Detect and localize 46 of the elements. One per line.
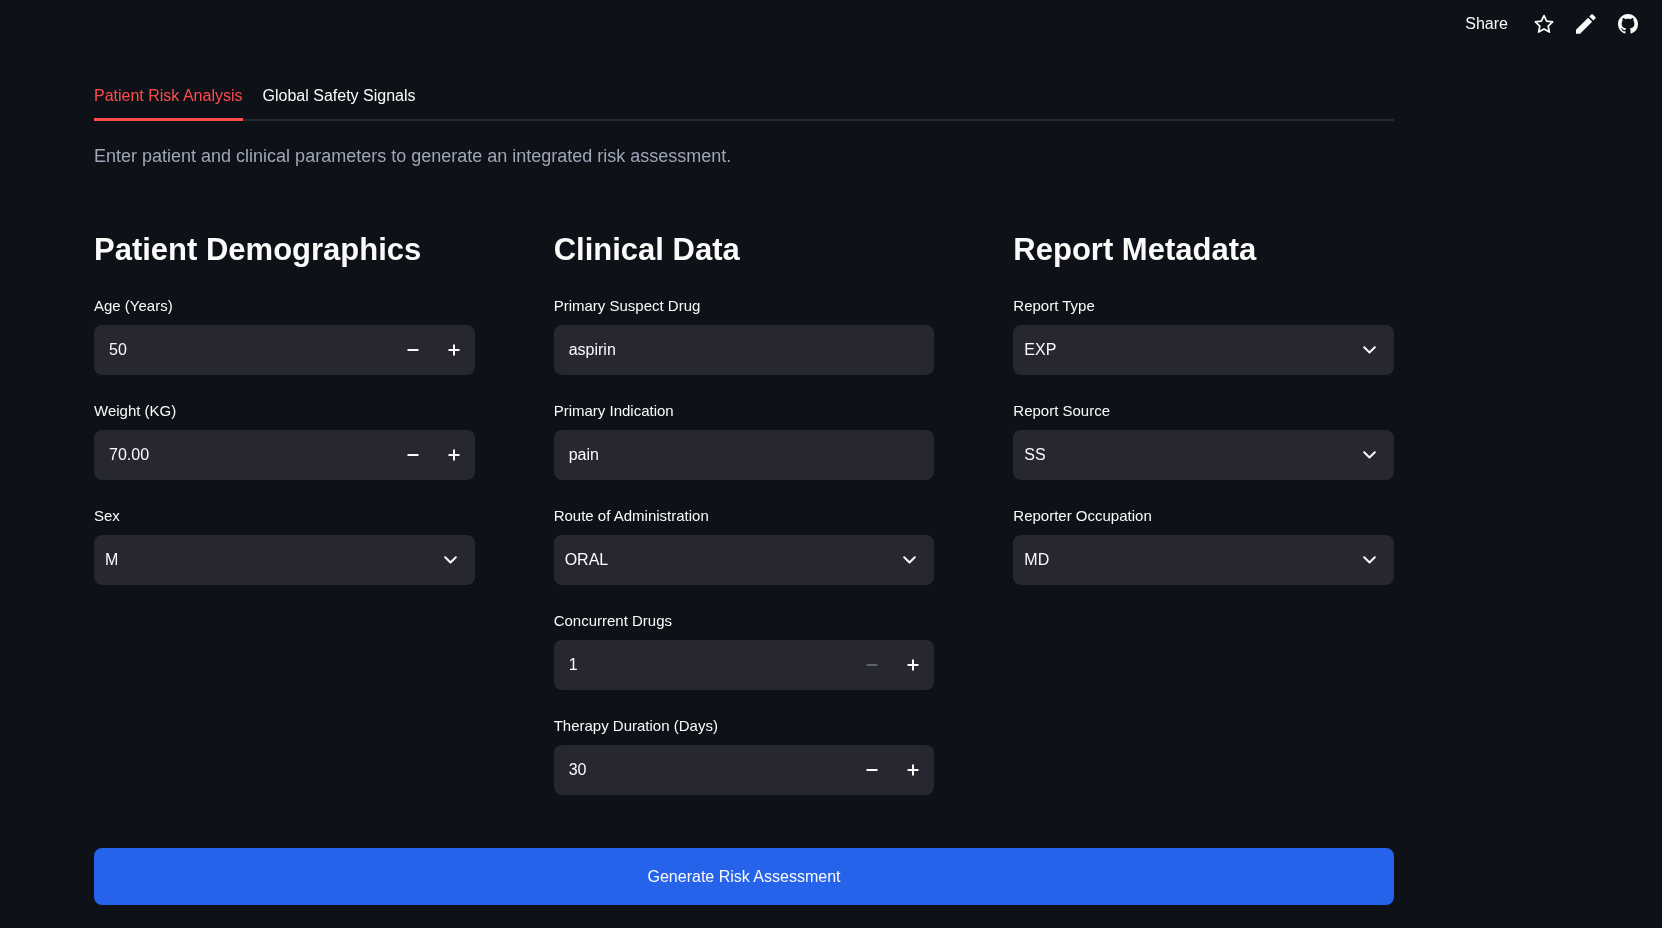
section-heading: Report Metadata bbox=[1013, 231, 1258, 269]
share-button[interactable]: Share bbox=[1461, 11, 1512, 37]
field-label: Sex bbox=[94, 506, 121, 526]
number-input[interactable]: 70.00 bbox=[94, 430, 393, 480]
field-label: Report Type bbox=[1013, 296, 1096, 316]
field-label: Age (Years) bbox=[94, 296, 174, 316]
chevron-down-icon bbox=[1363, 451, 1376, 459]
section-heading: Clinical Data bbox=[553, 231, 741, 269]
field-label: Primary Indication bbox=[553, 401, 675, 421]
text-field[interactable]: pain bbox=[553, 430, 935, 480]
field-label: Reporter Occupation bbox=[1013, 506, 1153, 526]
plus-icon bbox=[907, 764, 920, 776]
pencil-icon[interactable] bbox=[1576, 14, 1596, 34]
field-label: Report Source bbox=[1013, 401, 1112, 421]
increment-button[interactable] bbox=[892, 745, 935, 795]
dropdown[interactable]: MD bbox=[1013, 535, 1394, 585]
tab[interactable]: Global Safety Signals bbox=[262, 84, 416, 121]
plus-icon bbox=[907, 659, 920, 671]
dropdown[interactable]: SS bbox=[1013, 430, 1394, 480]
number-input[interactable]: 30 bbox=[553, 745, 853, 795]
field-label: Primary Suspect Drug bbox=[553, 296, 702, 316]
chevron-down-icon bbox=[1363, 346, 1376, 354]
number-input[interactable]: 1 bbox=[553, 640, 853, 690]
tab[interactable]: Patient Risk Analysis bbox=[94, 84, 243, 121]
chevron-down-icon bbox=[443, 556, 457, 564]
dropdown[interactable]: M bbox=[94, 535, 475, 585]
text-field[interactable]: aspirin bbox=[553, 325, 935, 375]
star-icon[interactable] bbox=[1534, 14, 1554, 34]
generate-button[interactable]: Generate Risk Assessment bbox=[94, 848, 1394, 905]
dropdown[interactable]: ORAL bbox=[553, 535, 935, 585]
increment-button[interactable] bbox=[892, 640, 935, 690]
plus-icon bbox=[447, 449, 460, 461]
field-label: Concurrent Drugs bbox=[553, 611, 674, 631]
chevron-down-icon bbox=[1363, 556, 1376, 564]
increment-button[interactable] bbox=[432, 325, 475, 375]
field-label: Weight (KG) bbox=[94, 401, 178, 421]
github-icon[interactable] bbox=[1618, 14, 1638, 34]
section-heading: Patient Demographics bbox=[94, 231, 423, 269]
dropdown[interactable]: EXP bbox=[1013, 325, 1394, 375]
number-input[interactable]: 50 bbox=[94, 325, 393, 375]
intro-text: Enter patient and clinical parameters to generate an integrated risk assessment. bbox=[94, 145, 733, 168]
field-label: Therapy Duration (Days) bbox=[553, 716, 719, 736]
increment-button[interactable] bbox=[432, 430, 475, 480]
field-label: Route of Administration bbox=[553, 506, 710, 526]
chevron-down-icon bbox=[903, 556, 917, 564]
plus-icon bbox=[447, 344, 460, 356]
